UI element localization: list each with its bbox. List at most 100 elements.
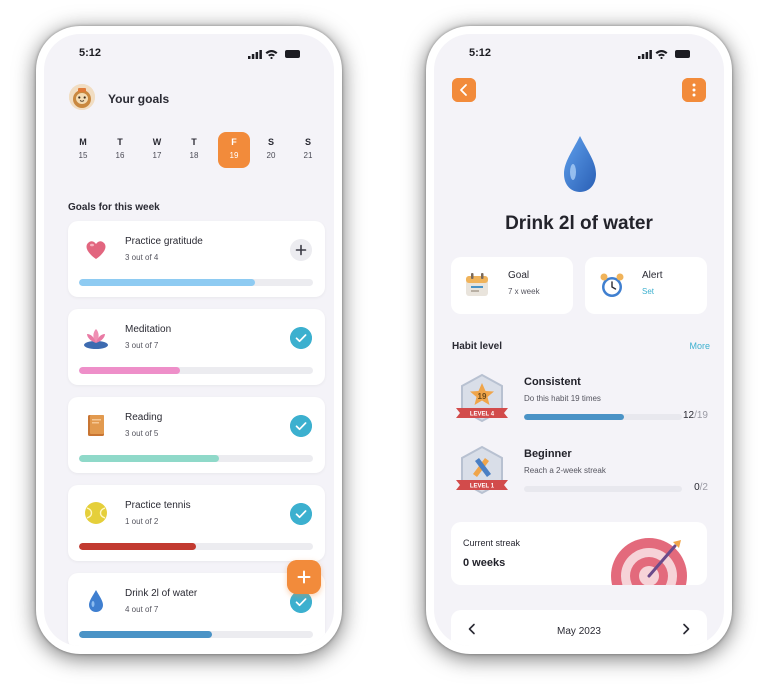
current-streak-card[interactable]: Current streak 0 weeks xyxy=(451,522,707,585)
cellular-signal-icon xyxy=(248,50,262,59)
habit-title: Drink 2l of water xyxy=(505,213,653,234)
streak-value: 0 weeks xyxy=(463,557,506,569)
book-icon xyxy=(88,415,104,436)
chevron-right-icon[interactable] xyxy=(679,622,693,636)
level-total: /19 xyxy=(694,410,708,421)
check-icon[interactable] xyxy=(290,591,312,613)
goal-card[interactable]: Goal 7 x week xyxy=(451,257,573,314)
back-button[interactable] xyxy=(452,78,476,102)
streak-label: Current streak xyxy=(463,538,521,548)
water-drop-icon xyxy=(89,590,103,612)
goal-progress-bar xyxy=(79,543,313,550)
level-progress-fill xyxy=(524,414,624,420)
habit-level-title: Habit level xyxy=(452,341,503,352)
level-description: Do this habit 19 times xyxy=(524,394,601,403)
day-friday-selected[interactable]: F 19 xyxy=(218,132,250,168)
level-progress-bar xyxy=(524,486,682,492)
battery-icon xyxy=(675,50,690,58)
level-name: Beginner xyxy=(524,448,572,460)
cellular-signal-icon xyxy=(638,50,652,59)
more-link[interactable]: More xyxy=(689,341,710,351)
goal-count: 3 out of 4 xyxy=(125,253,159,262)
goal-progress-bar xyxy=(79,367,313,374)
day-letter: T xyxy=(117,137,123,147)
target-icon xyxy=(611,538,687,585)
goal-progress-bar xyxy=(79,631,313,638)
level-beginner[interactable]: LEVEL 1 Beginner Reach a 2-week streak 0… xyxy=(452,444,708,504)
add-icon[interactable] xyxy=(290,239,312,261)
day-monday[interactable]: M 15 xyxy=(68,132,98,168)
goal-progress-fill xyxy=(79,367,180,374)
status-time: 5:12 xyxy=(79,47,102,59)
phone-habit-detail: 5:12 Drink 2l of water Goal 7 x week Ale… xyxy=(426,26,732,654)
more-options-button[interactable] xyxy=(682,78,706,102)
day-letter: S xyxy=(304,137,311,147)
goal-name: Reading xyxy=(125,412,163,423)
phone-goals-list: 5:12 Your goals M 15 T 16 W 17 T 18 F 19 S 20 xyxy=(36,26,342,654)
level-progress-bar xyxy=(524,414,682,420)
level-name: Consistent xyxy=(524,376,581,388)
day-letter: M xyxy=(79,137,87,147)
day-saturday[interactable]: S 20 xyxy=(256,132,286,168)
level-1-badge-icon: LEVEL 1 xyxy=(456,445,508,495)
goal-card-tennis[interactable]: Practice tennis 1 out of 2 xyxy=(68,485,325,561)
heart-icon xyxy=(86,241,106,259)
tennis-ball-icon xyxy=(85,502,107,524)
check-icon[interactable] xyxy=(290,415,312,437)
status-bar: 5:12 xyxy=(44,47,334,63)
badge-level-text: LEVEL 1 xyxy=(470,484,495,490)
goal-name: Practice gratitude xyxy=(125,236,203,247)
sloth-avatar-icon xyxy=(69,84,95,110)
day-number: 18 xyxy=(189,151,199,160)
goal-name: Drink 2l of water xyxy=(125,588,198,599)
goal-card-gratitude[interactable]: Practice gratitude 3 out of 4 xyxy=(68,221,325,297)
day-number: 17 xyxy=(152,151,162,160)
level-consistent[interactable]: 19 LEVEL 4 Consistent Do this habit 19 t… xyxy=(452,372,708,432)
day-letter: S xyxy=(267,137,274,147)
day-number: 19 xyxy=(229,151,239,160)
month-label: May 2023 xyxy=(557,626,601,637)
habit-detail-screen: 5:12 Drink 2l of water Goal 7 x week Ale… xyxy=(434,34,724,646)
alert-label: Alert xyxy=(642,270,663,281)
day-number: 15 xyxy=(78,151,88,160)
month-navigator: May 2023 xyxy=(451,610,707,646)
goal-value: 7 x week xyxy=(508,287,540,296)
goal-card-reading[interactable]: Reading 3 out of 5 xyxy=(68,397,325,473)
goal-count: 3 out of 7 xyxy=(125,341,159,350)
status-time: 5:12 xyxy=(469,47,492,59)
goals-screen: 5:12 Your goals M 15 T 16 W 17 T 18 F 19 S 20 xyxy=(44,34,334,646)
day-thursday[interactable]: T 18 xyxy=(179,132,209,168)
goal-label: Goal xyxy=(508,270,530,281)
day-number: 21 xyxy=(303,151,313,160)
alert-set-link[interactable]: Set xyxy=(642,287,654,296)
level-progress-text: 0/2 xyxy=(694,482,708,493)
goal-name: Meditation xyxy=(125,324,172,335)
alert-card[interactable]: Alert Set xyxy=(585,257,707,314)
badge-level-text: LEVEL 4 xyxy=(470,412,495,418)
level-total: /2 xyxy=(699,482,708,493)
level-description: Reach a 2-week streak xyxy=(524,466,606,475)
check-icon[interactable] xyxy=(290,327,312,349)
day-letter: F xyxy=(231,137,237,147)
goal-card-meditation[interactable]: Meditation 3 out of 7 xyxy=(68,309,325,385)
add-goal-button[interactable] xyxy=(287,560,321,594)
day-wednesday[interactable]: W 17 xyxy=(142,132,172,168)
water-drop-hero-icon xyxy=(564,136,596,192)
day-tuesday[interactable]: T 16 xyxy=(105,132,135,168)
goal-progress-fill xyxy=(79,543,196,550)
calendar-icon xyxy=(466,273,488,296)
goal-progress-bar xyxy=(79,279,313,286)
goal-progress-fill xyxy=(79,455,220,462)
week-selector: M 15 T 16 W 17 T 18 F 19 S 20 S 21 xyxy=(68,132,320,168)
goal-progress-fill xyxy=(79,279,255,286)
avatar[interactable] xyxy=(69,84,95,110)
level-4-badge-icon: 19 LEVEL 4 xyxy=(456,373,508,423)
goal-count: 3 out of 5 xyxy=(125,429,159,438)
level-progress-text: 12/19 xyxy=(683,410,708,421)
day-letter: T xyxy=(191,137,197,147)
day-sunday[interactable]: S 21 xyxy=(293,132,323,168)
section-title: Goals for this week xyxy=(68,202,160,213)
check-icon[interactable] xyxy=(290,503,312,525)
goal-name: Practice tennis xyxy=(125,500,191,511)
page-title: Your goals xyxy=(108,92,170,106)
